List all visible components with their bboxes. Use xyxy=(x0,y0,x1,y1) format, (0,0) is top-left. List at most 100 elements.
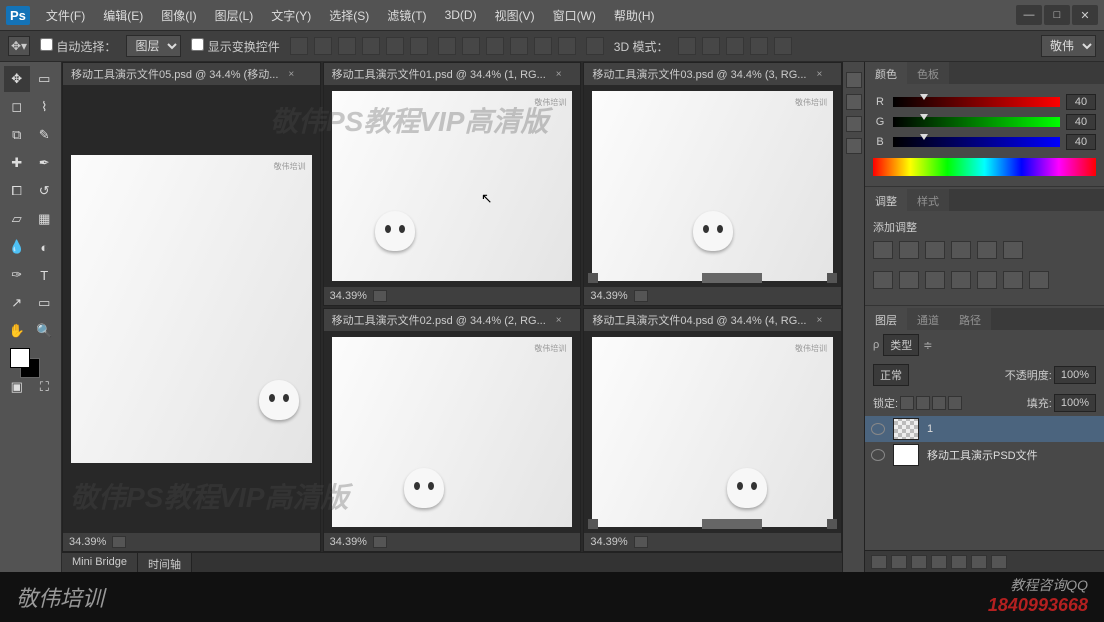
layer-row[interactable]: 移动工具演示PSD文件 xyxy=(865,442,1104,468)
document-tab[interactable]: 移动工具演示文件04.psd @ 34.4% (4, RG...× xyxy=(584,309,841,331)
distribute-icon[interactable] xyxy=(462,37,480,55)
layer-group-icon[interactable] xyxy=(951,555,967,569)
adjustment-icon[interactable] xyxy=(977,271,997,289)
workspace-select[interactable]: 敬伟 xyxy=(1041,35,1096,57)
document-tab[interactable]: 移动工具演示文件01.psd @ 34.4% (1, RG...× xyxy=(324,63,581,85)
healing-tool[interactable]: ✚ xyxy=(4,150,30,176)
current-tool-indicator[interactable]: ✥▾ xyxy=(8,36,30,56)
menu-file[interactable]: 文件(F) xyxy=(38,3,93,28)
distribute-icon[interactable] xyxy=(534,37,552,55)
status-icon[interactable] xyxy=(634,536,648,548)
zoom-level[interactable]: 34.39% xyxy=(330,536,367,548)
r-value[interactable]: 40 xyxy=(1066,94,1096,110)
mode3d-icon[interactable] xyxy=(702,37,720,55)
history-brush-tool[interactable]: ↺ xyxy=(32,178,58,204)
arrange-icon[interactable] xyxy=(586,37,604,55)
lock-position-icon[interactable] xyxy=(932,396,946,410)
visibility-icon[interactable] xyxy=(871,423,885,435)
distribute-icon[interactable] xyxy=(486,37,504,55)
g-slider[interactable] xyxy=(893,117,1060,127)
document-tab[interactable]: 移动工具演示文件05.psd @ 34.4% (移动...× xyxy=(63,63,320,85)
tab-layers[interactable]: 图层 xyxy=(865,308,907,330)
zoom-level[interactable]: 34.39% xyxy=(590,536,627,548)
color-swatches[interactable] xyxy=(4,346,57,382)
zoom-level[interactable]: 34.39% xyxy=(590,290,627,302)
clone-tool[interactable]: ⧠ xyxy=(4,178,30,204)
blend-mode-select[interactable]: 正常 xyxy=(873,364,909,386)
align-icon[interactable] xyxy=(314,37,332,55)
zoom-tool[interactable]: 🔍 xyxy=(32,318,58,344)
align-icon[interactable] xyxy=(338,37,356,55)
mode3d-icon[interactable] xyxy=(726,37,744,55)
opacity-field[interactable]: 100% xyxy=(1054,366,1096,384)
panel-icon[interactable] xyxy=(846,72,862,88)
mode3d-icon[interactable] xyxy=(750,37,768,55)
adjustment-icon[interactable] xyxy=(899,271,919,289)
menu-edit[interactable]: 编辑(E) xyxy=(95,3,151,28)
distribute-icon[interactable] xyxy=(510,37,528,55)
tab-paths[interactable]: 路径 xyxy=(949,308,991,330)
color-spectrum[interactable] xyxy=(873,158,1096,176)
menu-type[interactable]: 文字(Y) xyxy=(263,3,319,28)
canvas-area[interactable]: 敬伟培训 xyxy=(63,85,320,533)
shape-tool[interactable]: ▭ xyxy=(32,290,58,316)
status-icon[interactable] xyxy=(112,536,126,548)
link-layers-icon[interactable] xyxy=(871,555,887,569)
marquee-tool[interactable]: ◻ xyxy=(4,94,30,120)
adjustment-icon[interactable] xyxy=(951,271,971,289)
align-icon[interactable] xyxy=(290,37,308,55)
menu-3d[interactable]: 3D(D) xyxy=(437,4,485,26)
pen-tool[interactable]: ✑ xyxy=(4,262,30,288)
panel-icon[interactable] xyxy=(846,116,862,132)
status-icon[interactable] xyxy=(373,536,387,548)
adjustment-icon[interactable] xyxy=(873,271,893,289)
delete-layer-icon[interactable] xyxy=(991,555,1007,569)
align-icon[interactable] xyxy=(386,37,404,55)
distribute-icon[interactable] xyxy=(438,37,456,55)
menu-filter[interactable]: 滤镜(T) xyxy=(379,3,434,28)
zoom-level[interactable]: 34.39% xyxy=(69,536,106,548)
show-transform-checkbox[interactable]: 显示变换控件 xyxy=(191,38,279,55)
mode3d-icon[interactable] xyxy=(774,37,792,55)
tab-swatches[interactable]: 色板 xyxy=(907,62,949,84)
tab-adjustments[interactable]: 调整 xyxy=(865,189,907,211)
menu-layer[interactable]: 图层(L) xyxy=(207,3,262,28)
foreground-color-swatch[interactable] xyxy=(10,348,30,368)
canvas-area[interactable]: 敬伟培训 xyxy=(324,331,581,533)
eyedropper-tool[interactable]: ✎ xyxy=(32,122,58,148)
close-icon[interactable]: × xyxy=(288,69,294,80)
horizontal-scrollbar[interactable] xyxy=(584,271,841,285)
adjustment-icon[interactable] xyxy=(1029,271,1049,289)
layer-mask-icon[interactable] xyxy=(911,555,927,569)
layer-filter-type[interactable]: 类型 xyxy=(883,334,919,356)
b-slider[interactable] xyxy=(893,137,1060,147)
close-icon[interactable]: × xyxy=(556,69,562,80)
brush-tool[interactable]: ✒ xyxy=(32,150,58,176)
mode3d-icon[interactable] xyxy=(678,37,696,55)
layer-style-icon[interactable] xyxy=(891,555,907,569)
auto-select-checkbox[interactable]: 自动选择： xyxy=(40,38,116,55)
visibility-icon[interactable] xyxy=(871,449,885,461)
adjustment-icon[interactable] xyxy=(925,271,945,289)
move-tool[interactable]: ✥ xyxy=(4,66,30,92)
zoom-level[interactable]: 34.39% xyxy=(330,290,367,302)
adjustment-layer-icon[interactable] xyxy=(931,555,947,569)
window-maximize-button[interactable]: □ xyxy=(1044,5,1070,25)
lock-all-icon[interactable] xyxy=(948,396,962,410)
type-tool[interactable]: T xyxy=(32,262,58,288)
lock-pixels-icon[interactable] xyxy=(916,396,930,410)
status-icon[interactable] xyxy=(373,290,387,302)
layer-name[interactable]: 移动工具演示PSD文件 xyxy=(927,447,1038,463)
artboard-tool[interactable]: ▭ xyxy=(32,66,58,92)
menu-window[interactable]: 窗口(W) xyxy=(545,3,604,28)
fill-field[interactable]: 100% xyxy=(1054,394,1096,412)
close-icon[interactable]: × xyxy=(816,315,822,326)
layer-name[interactable]: 1 xyxy=(927,423,933,435)
new-layer-icon[interactable] xyxy=(971,555,987,569)
menu-select[interactable]: 选择(S) xyxy=(321,3,377,28)
g-value[interactable]: 40 xyxy=(1066,114,1096,130)
close-icon[interactable]: × xyxy=(816,69,822,80)
close-icon[interactable]: × xyxy=(556,315,562,326)
window-minimize-button[interactable]: — xyxy=(1016,5,1042,25)
layer-thumbnail[interactable] xyxy=(893,444,919,466)
